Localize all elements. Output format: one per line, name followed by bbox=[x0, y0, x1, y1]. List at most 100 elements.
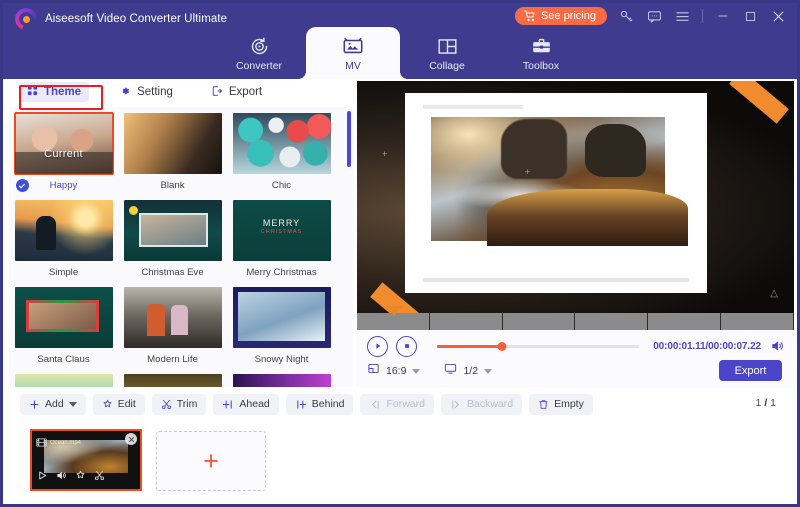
theme-thumbnail[interactable] bbox=[124, 200, 222, 261]
feedback-icon[interactable] bbox=[646, 8, 663, 25]
empty-button[interactable]: Empty bbox=[529, 394, 593, 415]
theme-thumbnail[interactable] bbox=[233, 113, 331, 174]
theme-item-snowy-night[interactable]: Snowy Night bbox=[227, 281, 336, 368]
app-window: Aiseesoft Video Converter Ultimate See p… bbox=[0, 0, 800, 507]
module-tab-converter[interactable]: Converter bbox=[212, 27, 306, 79]
theme-thumbnail[interactable] bbox=[15, 287, 113, 348]
theme-grid: Current Happy Blank Chic Simple bbox=[9, 107, 353, 387]
minimize-icon[interactable] bbox=[714, 8, 731, 25]
window-controls: See pricing bbox=[515, 7, 787, 25]
backward-button[interactable]: Backward bbox=[441, 394, 522, 415]
aspect-ratio-select[interactable]: 16:9 bbox=[367, 362, 420, 380]
preview-filmstrip[interactable] bbox=[357, 313, 794, 330]
forward-button[interactable]: Forward bbox=[360, 394, 434, 415]
merry-text-line2: CHRISTMAS bbox=[233, 229, 331, 235]
converter-icon bbox=[249, 35, 270, 57]
scissors-icon bbox=[161, 399, 172, 410]
film-icon bbox=[36, 434, 47, 452]
theme-label: Simple bbox=[49, 266, 78, 279]
theme-item-christmas-eve[interactable]: Christmas Eve bbox=[118, 194, 227, 281]
theme-scrollbar[interactable] bbox=[347, 111, 351, 167]
sub-tabs: Theme Setting Export bbox=[3, 79, 369, 105]
theme-item-modern-life[interactable]: Modern Life bbox=[118, 281, 227, 368]
tab-theme[interactable]: Theme bbox=[19, 82, 89, 102]
add-clip-placeholder[interactable]: + bbox=[156, 431, 266, 491]
edit-button[interactable]: Edit bbox=[93, 394, 145, 415]
volume-icon[interactable] bbox=[769, 338, 786, 354]
theme-thumbnail[interactable] bbox=[124, 113, 222, 174]
theme-item-simple[interactable]: Simple bbox=[9, 194, 118, 281]
magic-wand-icon bbox=[102, 399, 113, 410]
seek-slider[interactable] bbox=[437, 345, 639, 348]
insert-behind-icon bbox=[295, 399, 307, 410]
theme-thumbnail[interactable] bbox=[124, 374, 222, 387]
theme-thumbnail[interactable] bbox=[15, 200, 113, 261]
player-controls: 00:00:01.11/00:00:07.22 16:9 1/2 bbox=[357, 330, 794, 387]
theme-thumbnail[interactable] bbox=[15, 374, 113, 387]
module-tab-toolbox[interactable]: Toolbox bbox=[494, 27, 588, 79]
theme-label: Happy bbox=[50, 179, 78, 192]
add-label: Add bbox=[45, 398, 64, 410]
play-icon[interactable] bbox=[37, 468, 48, 486]
maximize-icon[interactable] bbox=[742, 8, 759, 25]
magic-wand-icon[interactable] bbox=[75, 468, 86, 486]
mv-icon bbox=[342, 35, 364, 57]
zoom-select[interactable]: 1/2 bbox=[444, 362, 492, 380]
pager-total: 1 bbox=[770, 397, 776, 409]
theme-item-partial[interactable] bbox=[227, 368, 336, 387]
see-pricing-label: See pricing bbox=[541, 10, 596, 22]
chevron-down-icon[interactable] bbox=[69, 402, 77, 407]
aspect-ratio-icon bbox=[367, 362, 380, 380]
theme-item-santa-claus[interactable]: Santa Claus bbox=[9, 281, 118, 368]
play-button[interactable] bbox=[367, 336, 388, 357]
see-pricing-button[interactable]: See pricing bbox=[515, 7, 607, 25]
theme-item-merry-christmas[interactable]: MERRY CHRISTMAS Merry Christmas bbox=[227, 194, 336, 281]
theme-thumbnail[interactable]: Current bbox=[15, 113, 113, 174]
theme-thumbnail[interactable] bbox=[124, 287, 222, 348]
clip-tray: Ocean.mp4 + bbox=[6, 419, 794, 501]
theme-item-blank[interactable]: Blank bbox=[118, 107, 227, 194]
module-tab-collage[interactable]: Collage bbox=[400, 27, 494, 79]
stop-button[interactable] bbox=[396, 336, 417, 357]
theme-label: Modern Life bbox=[147, 353, 198, 366]
export-button[interactable]: Export bbox=[719, 360, 782, 381]
theme-item-chic[interactable]: Chic bbox=[227, 107, 336, 194]
add-button[interactable]: Add bbox=[20, 394, 86, 415]
tab-export[interactable]: Export bbox=[203, 82, 270, 103]
chevron-down-icon[interactable] bbox=[412, 369, 420, 374]
close-icon[interactable] bbox=[770, 8, 787, 25]
module-tab-label: Collage bbox=[429, 60, 465, 72]
module-tab-mv[interactable]: MV bbox=[306, 27, 400, 79]
theme-thumbnail[interactable]: MERRY CHRISTMAS bbox=[233, 200, 331, 261]
video-preview[interactable]: + + △ bbox=[357, 81, 794, 313]
behind-button[interactable]: Behind bbox=[286, 394, 354, 415]
pager-current: 1 bbox=[756, 397, 762, 409]
ahead-label: Ahead bbox=[239, 398, 269, 410]
clip-tools bbox=[37, 468, 105, 486]
edit-label: Edit bbox=[118, 398, 136, 410]
seek-handle[interactable] bbox=[497, 342, 506, 351]
clip-thumbnail[interactable]: Ocean.mp4 bbox=[32, 431, 140, 489]
pager-separator: / bbox=[764, 397, 767, 409]
check-icon bbox=[16, 179, 29, 192]
theme-thumbnail[interactable] bbox=[233, 374, 331, 387]
remove-clip-button[interactable] bbox=[125, 433, 137, 445]
playhead-marker[interactable] bbox=[385, 306, 403, 316]
hamburger-menu-icon[interactable] bbox=[674, 8, 691, 25]
tab-setting[interactable]: Setting bbox=[111, 82, 181, 103]
chevron-down-icon[interactable] bbox=[484, 369, 492, 374]
clip-toolbar: Add Edit Trim Ahead Behind bbox=[6, 389, 794, 419]
key-icon[interactable] bbox=[618, 8, 635, 25]
tab-export-label: Export bbox=[229, 86, 262, 98]
theme-thumbnail[interactable] bbox=[233, 287, 331, 348]
trim-button[interactable]: Trim bbox=[152, 394, 207, 415]
move-forward-icon bbox=[369, 399, 381, 410]
theme-item-happy[interactable]: Current Happy bbox=[9, 107, 118, 194]
export-icon bbox=[211, 85, 223, 100]
volume-icon[interactable] bbox=[56, 468, 67, 486]
theme-item-partial[interactable] bbox=[118, 368, 227, 387]
theme-item-partial[interactable] bbox=[9, 368, 118, 387]
ahead-button[interactable]: Ahead bbox=[213, 394, 278, 415]
scissors-icon[interactable] bbox=[94, 468, 105, 486]
gear-icon bbox=[119, 85, 131, 100]
